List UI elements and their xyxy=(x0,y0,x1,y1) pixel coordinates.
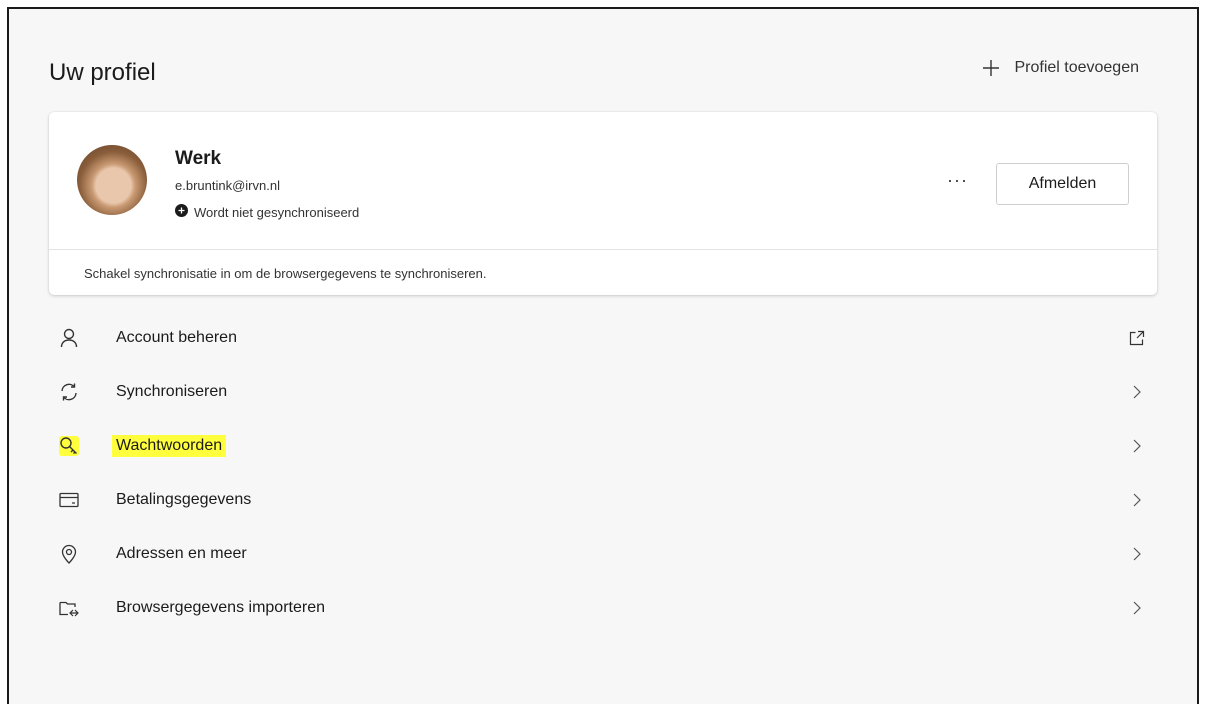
sync-hint: Schakel synchronisatie in om de browserg… xyxy=(84,266,487,281)
plus-icon xyxy=(982,59,1000,77)
card-icon xyxy=(59,490,79,510)
menu-item-payment[interactable]: Betalingsgegevens xyxy=(49,473,1157,527)
chevron-right-icon xyxy=(1127,544,1147,564)
menu-item-label: Synchroniseren xyxy=(116,383,228,400)
person-icon xyxy=(59,328,79,348)
profile-menu: Account beheren Synchroniseren Wachtwoor… xyxy=(49,311,1157,635)
profile-email: e.bruntink@irvn.nl xyxy=(175,178,280,193)
chevron-right-icon xyxy=(1127,436,1147,456)
sync-status-text: Wordt niet gesynchroniseerd xyxy=(194,204,360,220)
menu-item-label: Browsergegevens importeren xyxy=(116,599,325,616)
more-options-button[interactable]: ··· xyxy=(947,170,968,191)
page-title: Uw profiel xyxy=(49,59,156,86)
menu-item-sync[interactable]: Synchroniseren xyxy=(49,365,1157,419)
add-profile-label: Profiel toevoegen xyxy=(1014,59,1139,76)
add-profile-button[interactable]: Profiel toevoegen xyxy=(982,59,1139,77)
divider xyxy=(49,249,1157,250)
menu-item-label: Adressen en meer xyxy=(116,545,247,562)
key-icon xyxy=(59,436,79,456)
chevron-right-icon xyxy=(1127,490,1147,510)
external-link-icon xyxy=(1127,328,1147,348)
settings-page: Uw profiel Profiel toevoegen Werk e.brun… xyxy=(7,7,1199,704)
avatar xyxy=(77,145,147,215)
chevron-right-icon xyxy=(1127,598,1147,618)
menu-item-label: Wachtwoorden xyxy=(112,435,227,457)
menu-item-label: Account beheren xyxy=(116,329,237,346)
menu-item-account[interactable]: Account beheren xyxy=(49,311,1157,365)
sync-off-icon xyxy=(175,204,188,220)
import-icon xyxy=(59,598,79,618)
sync-icon xyxy=(59,382,79,402)
profile-card: Werk e.bruntink@irvn.nl Wordt niet gesyn… xyxy=(49,112,1157,295)
signout-button[interactable]: Afmelden xyxy=(996,163,1129,205)
menu-item-addresses[interactable]: Adressen en meer xyxy=(49,527,1157,581)
profile-name: Werk xyxy=(175,148,222,169)
sync-status: Wordt niet gesynchroniseerd xyxy=(175,204,359,220)
menu-item-import[interactable]: Browsergegevens importeren xyxy=(49,581,1157,635)
menu-item-label: Betalingsgegevens xyxy=(116,491,252,508)
chevron-right-icon xyxy=(1127,382,1147,402)
menu-item-passwords[interactable]: Wachtwoorden xyxy=(49,419,1157,473)
location-pin-icon xyxy=(59,544,79,564)
